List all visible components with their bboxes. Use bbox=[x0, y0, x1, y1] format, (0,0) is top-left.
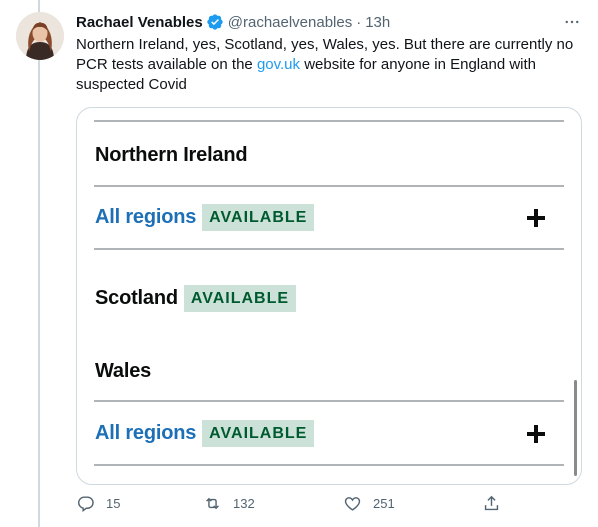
status-badge: AVAILABLE bbox=[183, 285, 297, 312]
section-heading-row: Wales bbox=[95, 360, 151, 383]
reply-count: 15 bbox=[106, 496, 121, 511]
status-badge: AVAILABLE bbox=[202, 204, 315, 231]
section-heading-row: Scotland AVAILABLE bbox=[95, 285, 297, 312]
regions-row: All regions AVAILABLE bbox=[95, 204, 315, 231]
retweet-icon bbox=[206, 497, 219, 510]
retweet-button[interactable]: 132 bbox=[203, 494, 255, 513]
divider bbox=[94, 400, 564, 402]
reply-button[interactable]: 15 bbox=[76, 494, 120, 513]
thread-connector-line bbox=[38, 0, 40, 527]
country-heading: Northern Ireland bbox=[95, 144, 248, 166]
plus-icon[interactable] bbox=[525, 207, 547, 229]
attached-screenshot[interactable]: Northern Ireland All regions AVAILABLE S… bbox=[76, 107, 582, 485]
more-options-icon[interactable] bbox=[562, 12, 582, 32]
author-name[interactable]: Rachael Venables bbox=[76, 14, 203, 31]
country-heading: Scotland bbox=[95, 287, 178, 309]
govuk-link[interactable]: gov.uk bbox=[257, 56, 300, 73]
retweet-count: 132 bbox=[233, 496, 255, 511]
share-icon bbox=[484, 495, 499, 511]
tweet-actions: 15 132 251 bbox=[76, 494, 506, 518]
profile-photo bbox=[16, 12, 64, 60]
section-heading-row: Northern Ireland bbox=[95, 144, 248, 167]
like-icon bbox=[344, 497, 361, 511]
author-handle[interactable]: @rachaelvenables bbox=[228, 14, 352, 31]
verified-badge-icon bbox=[206, 13, 224, 31]
divider bbox=[94, 185, 564, 187]
avatar[interactable] bbox=[16, 12, 64, 60]
divider bbox=[94, 120, 564, 122]
divider bbox=[94, 464, 564, 466]
tweet-text: Northern Ireland, yes, Scotland, yes, Wa… bbox=[76, 35, 581, 95]
regions-row: All regions AVAILABLE bbox=[95, 420, 315, 447]
country-heading: Wales bbox=[95, 360, 152, 382]
scrollbar[interactable] bbox=[574, 380, 577, 476]
separator-dot: · bbox=[356, 13, 362, 31]
tweet-header: Rachael Venables @rachaelvenables · 13h bbox=[76, 12, 582, 32]
like-count: 251 bbox=[373, 496, 395, 511]
divider bbox=[94, 248, 564, 250]
all-regions-link[interactable]: All regions bbox=[95, 422, 196, 445]
status-badge: AVAILABLE bbox=[202, 420, 315, 447]
plus-icon[interactable] bbox=[525, 423, 547, 445]
reply-icon bbox=[77, 496, 94, 513]
like-button[interactable]: 251 bbox=[343, 494, 395, 513]
share-button[interactable] bbox=[482, 494, 501, 513]
timestamp[interactable]: 13h bbox=[365, 14, 390, 31]
all-regions-link[interactable]: All regions bbox=[95, 206, 196, 229]
